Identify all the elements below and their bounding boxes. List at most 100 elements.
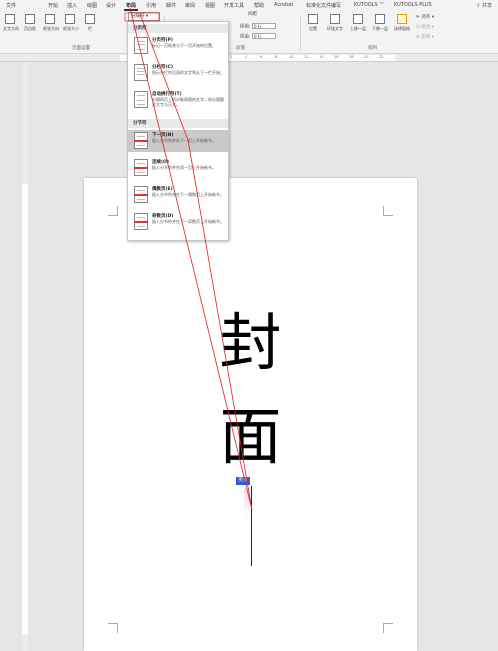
ruler-number: 12 [304,55,309,59]
align-button[interactable]: ⊫ 对齐 ▾ [416,14,434,20]
menu-item-even-page[interactable]: 偶数页(E) 插入分节符并在下一偶数页上开始新节。 [128,184,228,206]
tab-insert[interactable]: 插入 [67,2,77,9]
rotate-button[interactable]: ⟳ 旋转 ▾ [416,34,434,40]
bring-forward-button[interactable]: 上移一层 [348,14,368,36]
menu-item-next-page[interactable]: 下一页(N) 插入分节符并在下一页上开始新节。 [128,130,228,152]
text-cursor [251,486,252,566]
even-page-break-icon [134,186,148,203]
menu-item-desc: 标记一页结束与下一页开始的位置。 [152,43,216,48]
menu-item-text-wrapping-break[interactable]: 自动换行符(T) 分隔网页上的对象周围的文字，如分隔题注文字与正文。 [128,89,228,111]
ruler-number: 18 [349,55,354,59]
spacing-after-row: 段后: 0 行 [240,33,276,40]
page-breaks-header: 分页符 [128,24,228,33]
spacing-before-label: 段前: [240,24,251,30]
bring-forward-icon [353,14,363,24]
column-break-icon [134,64,148,81]
tab-file[interactable]: 文件 [6,2,16,9]
position-button[interactable]: 位置 [304,14,322,36]
bring-forward-label: 上移一层 [350,26,366,31]
ruler-number: 10 [289,55,294,59]
ruler-number: 20 [364,55,369,59]
spacing-after-input[interactable]: 0 行 [251,33,276,39]
next-page-break-icon [134,132,148,149]
spacing-before-input[interactable]: 0 行 [251,23,276,29]
group-objects-label: 组合 [421,25,431,30]
menu-item-continuous[interactable]: 连续(O) 插入分节符并在同一页上开始新节。 [128,157,228,179]
ruler-number: 6 [260,55,263,59]
menu-item-desc: 插入分节符并在下一页上开始新节。 [152,138,216,143]
text-direction-icon [5,14,15,24]
tab-help[interactable]: 帮助 [254,2,264,9]
text-direction-button[interactable]: 文字方向 [3,14,19,36]
vertical-ruler[interactable] [22,62,28,651]
orientation-button[interactable]: 纸张方向 [43,14,59,36]
spacing-after-label: 段后: [240,34,251,40]
share-button[interactable]: ⇪ 共享 [476,2,492,9]
selection-pane-button[interactable]: 选择窗格 [392,14,412,36]
page-setup-group-label: 页面设置 [72,46,90,51]
wrap-text-button[interactable]: 环绕文字 [324,14,346,36]
paragraph-group-label: 段落 [236,46,245,51]
horizontal-ruler[interactable]: 2 4 6 8 10 12 14 16 18 20 22 [0,54,498,62]
menu-item-odd-page[interactable]: 奇数页(D) 插入分节符并在下一奇数页上开始新节。 [128,211,228,233]
orientation-label: 纸张方向 [43,26,59,31]
share-label: 共享 [481,3,492,9]
tab-standard-doc[interactable]: 标准化文件编写 [306,2,341,9]
text-direction-label: 文字方向 [3,26,19,31]
tab-acrobat[interactable]: Acrobat [274,2,293,8]
send-backward-icon [375,14,385,24]
ruler-number: 4 [245,55,248,59]
menu-item-desc: 插入分节符并在同一页上开始新节。 [152,165,216,170]
size-icon [65,14,75,24]
selection-pane-label: 选择窗格 [394,26,410,31]
position-icon [308,14,318,24]
selection-pane-icon [397,14,407,24]
menu-tab-bar: 文件 开始 插入 绘图 设计 布局 引用 邮件 审阅 视图 开发工具 帮助 Ac… [0,0,498,11]
tab-home[interactable]: 开始 [48,2,58,9]
group-objects-button[interactable]: ⊡ 组合 ▾ [416,24,434,30]
tab-developer[interactable]: 开发工具 [224,2,244,9]
orientation-icon [45,14,55,24]
margin-corner-mark [108,623,118,633]
continuous-break-icon [134,159,148,176]
arrange-group-label: 排列 [368,46,377,51]
columns-button[interactable]: 栏 [83,14,97,36]
page-break-icon [134,37,148,54]
breaks-button[interactable]: 分隔符 ▾ [128,12,160,21]
tab-layout[interactable]: 布局 [126,2,136,9]
menu-item-page-break[interactable]: 分页符(P) 标记一页结束与下一页开始的位置。 [128,35,228,57]
ruler-number: 8 [275,55,278,59]
section-break-highlight [244,488,250,518]
tab-design[interactable]: 设计 [106,2,116,9]
margins-icon [25,14,35,24]
cover-title-char-1: 封 [219,306,282,379]
document-page[interactable]: 封 面 英文 [84,178,417,651]
send-backward-button[interactable]: 下移一层 [370,14,390,36]
breaks-label: 分隔符 [131,14,145,19]
tab-references[interactable]: 引用 [146,2,156,9]
columns-icon [85,14,95,24]
tab-kutools-plus[interactable]: KUTOOLS PLUS [394,2,432,8]
tab-draw[interactable]: 绘图 [87,2,97,9]
menu-item-desc: 插入分节符并在下一奇数页上开始新节。 [152,219,224,224]
margin-corner-mark [108,206,118,216]
text-wrapping-icon [134,91,148,108]
position-label: 位置 [309,26,317,31]
size-button[interactable]: 纸张大小 [63,14,79,36]
ruler-number: 14 [319,55,324,59]
align-label: 对齐 [421,15,431,20]
ruler-text-area [22,184,28,634]
rotate-label: 旋转 [421,35,431,40]
group-divider [300,15,301,51]
margins-button[interactable]: 页边距 [23,14,37,36]
cover-title-char-2: 面 [219,400,282,473]
ruler-number: 16 [334,55,339,59]
menu-item-column-break[interactable]: 分栏符(C) 指示分栏符后面的文字将从下一栏开始。 [128,62,228,84]
tab-mailings[interactable]: 邮件 [166,2,176,9]
tab-kutools[interactable]: KUTOOLS ™ [354,2,384,8]
spacing-before-row: 段前: 0 行 [240,23,276,30]
tab-view[interactable]: 视图 [205,2,215,9]
input-language-badge: 英文 [236,477,250,485]
spacing-title: 间距 [248,12,257,17]
tab-review[interactable]: 审阅 [185,2,195,9]
